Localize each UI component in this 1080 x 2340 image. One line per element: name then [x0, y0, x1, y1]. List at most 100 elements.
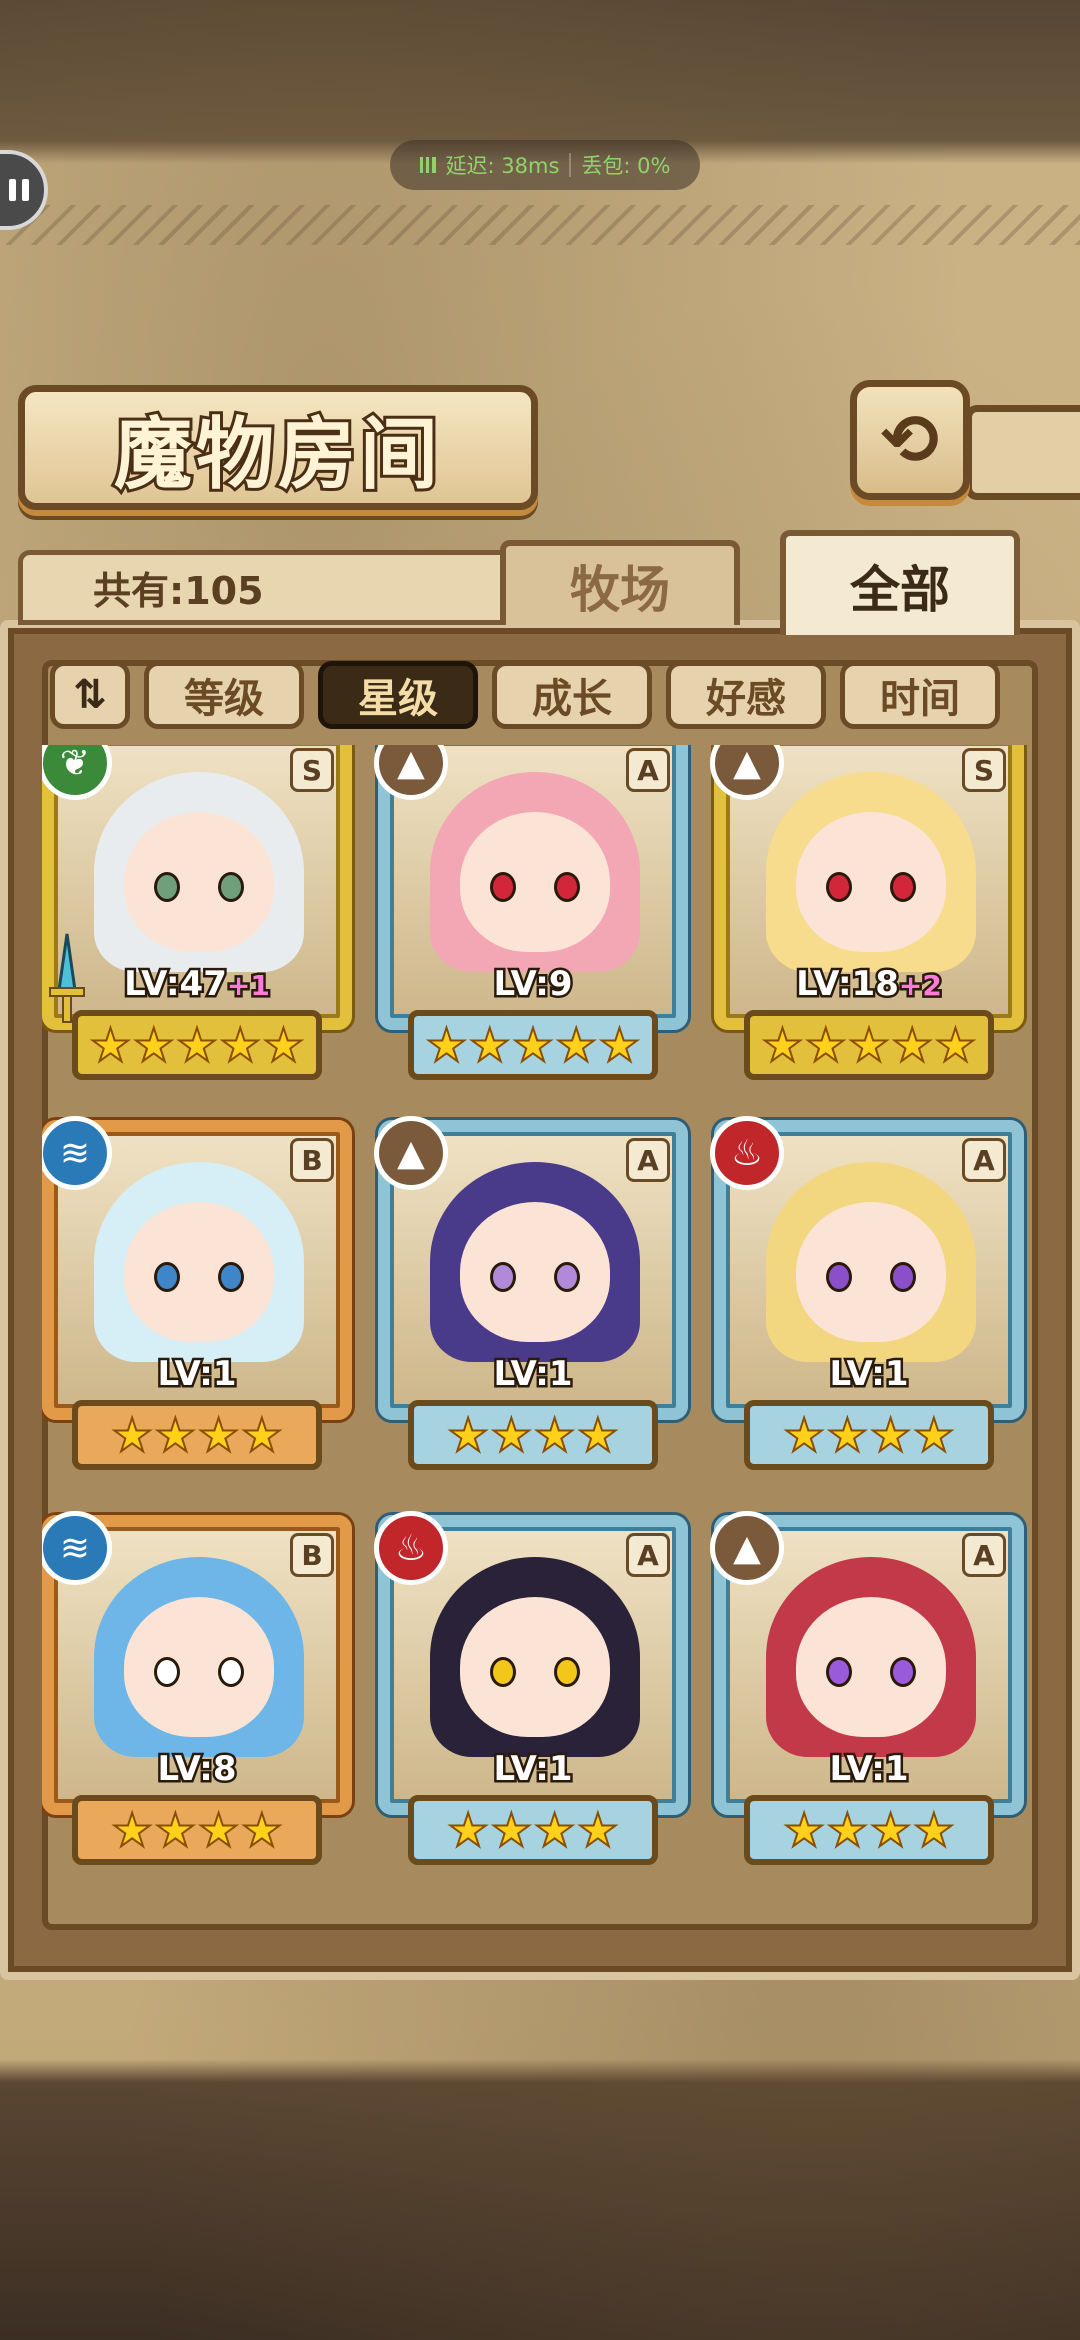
portrait-eye [890, 1657, 916, 1687]
star-icon: ★ [425, 1017, 468, 1073]
portrait-eye [554, 872, 580, 902]
sword-icon [49, 933, 85, 1023]
star-rating: ★ ★ ★ ★ [744, 1400, 994, 1470]
rank-badge: A [626, 1138, 670, 1182]
sort-filter-bar: ⇅ 等级 星级 成长 好感 时间 [42, 655, 1038, 735]
star-icon: ★ [782, 1407, 825, 1463]
filter-growth-button[interactable]: 成长 [492, 661, 652, 729]
monster-card[interactable]: LV:1 B ≋ ★ ★ ★ ★ [42, 1116, 352, 1480]
portrait-face [796, 1597, 946, 1737]
portrait-face [124, 1202, 274, 1342]
monster-card[interactable]: LV:9 A ▲ ★ ★ ★ ★ ★ [374, 745, 688, 1090]
filter-affection-button[interactable]: 好感 [666, 661, 826, 729]
filter-label: 时间 [880, 675, 960, 722]
portrait-eye [154, 1657, 180, 1687]
star-icon: ★ [110, 1802, 153, 1858]
level-bonus: +2 [896, 967, 944, 1005]
star-icon: ★ [891, 1017, 934, 1073]
level-text: LV:1 [827, 1352, 911, 1397]
portrait-eye [890, 872, 916, 902]
monster-card[interactable]: LV:1 A ♨ ★ ★ ★ ★ [374, 1511, 688, 1875]
star-icon: ★ [89, 1017, 132, 1073]
monster-card[interactable]: LV:18+2 S ▲ ★ ★ ★ ★ ★ [710, 745, 1024, 1090]
rank-badge: A [626, 1533, 670, 1577]
rank-badge: B [290, 1138, 334, 1182]
portrait-eye [554, 1657, 580, 1687]
back-button[interactable]: ⟲ [850, 380, 970, 500]
star-icon: ★ [197, 1802, 240, 1858]
portrait-eye [490, 1262, 516, 1292]
level-text: LV:47 [122, 962, 230, 1007]
star-rating: ★ ★ ★ ★ [72, 1795, 322, 1865]
portrait-eye [154, 872, 180, 902]
pause-icon-bar-left [9, 179, 16, 201]
tab-ranch-label: 牧场 [570, 559, 670, 619]
portrait-face [796, 812, 946, 952]
monster-card[interactable]: LV:8 B ≋ ★ ★ ★ ★ [42, 1511, 352, 1875]
star-icon: ★ [826, 1407, 869, 1463]
star-icon: ★ [240, 1802, 283, 1858]
monster-level: LV:18+2 [726, 962, 1012, 1007]
portrait-eye [554, 1262, 580, 1292]
monster-card[interactable]: LV:1 A ▲ ★ ★ ★ ★ [710, 1511, 1024, 1875]
star-icon: ★ [490, 1407, 533, 1463]
monster-card[interactable]: LV:1 A ▲ ★ ★ ★ ★ [374, 1116, 688, 1480]
portrait-face [796, 1202, 946, 1342]
star-icon: ★ [761, 1017, 804, 1073]
level-text: LV:8 [155, 1747, 239, 1792]
filter-label: 等级 [184, 675, 264, 722]
monster-card[interactable]: LV:47+1 S ❦ ★ ★ ★ ★ ★ [42, 745, 352, 1090]
star-icon: ★ [262, 1017, 305, 1073]
earth-element-icon: ▲ [710, 1511, 784, 1585]
star-icon: ★ [154, 1407, 197, 1463]
star-rating: ★ ★ ★ ★ [744, 1795, 994, 1865]
signal-icon [419, 157, 436, 173]
portrait-eye [826, 872, 852, 902]
monster-level: LV:1 [390, 1352, 676, 1397]
level-text: LV:1 [491, 1352, 575, 1397]
filter-time-button[interactable]: 时间 [840, 661, 1000, 729]
filter-level-button[interactable]: 等级 [144, 661, 304, 729]
fire-element-icon: ♨ [374, 1511, 448, 1585]
level-text: LV:1 [827, 1747, 911, 1792]
star-icon: ★ [847, 1017, 890, 1073]
filter-label: 成长 [532, 675, 612, 722]
star-icon: ★ [869, 1802, 912, 1858]
rank-badge: S [290, 748, 334, 792]
rank-badge: A [962, 1533, 1006, 1577]
portrait-eye [826, 1262, 852, 1292]
portrait-face [460, 1597, 610, 1737]
star-icon: ★ [240, 1407, 283, 1463]
star-icon: ★ [154, 1802, 197, 1858]
star-rating: ★ ★ ★ ★ ★ [408, 1010, 658, 1080]
tab-all[interactable]: 全部 [780, 530, 1020, 635]
monster-level: LV:1 [726, 1747, 1012, 1792]
star-icon: ★ [912, 1802, 955, 1858]
star-icon: ★ [533, 1802, 576, 1858]
portrait-eye [890, 1262, 916, 1292]
star-icon: ★ [490, 1802, 533, 1858]
monster-card[interactable]: LV:1 A ♨ ★ ★ ★ ★ [710, 1116, 1024, 1480]
monster-level: LV:1 [726, 1352, 1012, 1397]
monster-level: LV:1 [390, 1747, 676, 1792]
tab-ranch[interactable]: 牧场 [500, 540, 740, 625]
portrait-eye [218, 1657, 244, 1687]
star-icon: ★ [132, 1017, 175, 1073]
star-icon: ★ [576, 1802, 619, 1858]
earth-element-icon: ▲ [374, 1116, 448, 1190]
star-icon: ★ [555, 1017, 598, 1073]
filter-star-button[interactable]: 星级 [318, 661, 478, 729]
sort-order-toggle[interactable]: ⇅ [50, 661, 130, 729]
portrait-eye [490, 1657, 516, 1687]
rank-badge: A [626, 748, 670, 792]
tab-all-label: 全部 [850, 559, 950, 619]
fire-element-icon: ♨ [710, 1116, 784, 1190]
star-rating: ★ ★ ★ ★ ★ [744, 1010, 994, 1080]
monster-count: 共有:105 [93, 569, 264, 613]
torn-edge-decoration [0, 205, 1080, 245]
star-icon: ★ [576, 1407, 619, 1463]
packet-loss-text: 丢包: 0% [581, 154, 671, 178]
rank-badge: S [962, 748, 1006, 792]
star-icon: ★ [912, 1407, 955, 1463]
monster-level: LV:1 [54, 1352, 340, 1397]
